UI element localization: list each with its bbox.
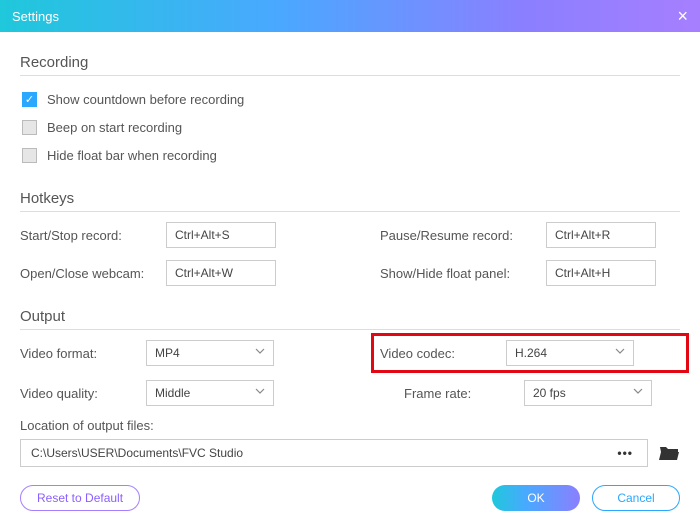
video-codec-select[interactable]: H.264: [506, 340, 634, 366]
hotkey-startstop-field: Start/Stop record: Ctrl+Alt+S: [20, 222, 320, 248]
video-quality-select[interactable]: Middle: [146, 380, 274, 406]
check-icon: [25, 93, 34, 106]
close-icon[interactable]: ×: [677, 7, 688, 25]
frame-rate-label: Frame rate:: [380, 386, 508, 401]
folder-open-icon[interactable]: [658, 444, 680, 462]
output-location-label: Location of output files:: [20, 418, 680, 433]
ok-button[interactable]: OK: [492, 485, 580, 511]
section-output-heading: Output: [20, 308, 680, 330]
cancel-button[interactable]: Cancel: [592, 485, 680, 511]
checkbox-beep-row[interactable]: Beep on start recording: [22, 114, 680, 140]
output-location-input[interactable]: C:\Users\USER\Documents\FVC Studio •••: [20, 439, 648, 467]
video-quality-field: Video quality: Middle: [20, 380, 320, 406]
content: Recording Show countdown before recordin…: [0, 32, 700, 467]
frame-rate-field: Frame rate: 20 fps: [380, 380, 680, 406]
checkbox-show-countdown[interactable]: [22, 92, 37, 107]
video-format-field: Video format: MP4: [20, 340, 320, 366]
hotkey-pauseresume-label: Pause/Resume record:: [380, 228, 530, 243]
hotkey-floatpanel-input[interactable]: Ctrl+Alt+H: [546, 260, 656, 286]
hotkey-webcam-label: Open/Close webcam:: [20, 266, 150, 281]
chevron-down-icon: [615, 348, 625, 358]
hotkey-webcam-input[interactable]: Ctrl+Alt+W: [166, 260, 276, 286]
frame-rate-select[interactable]: 20 fps: [524, 380, 652, 406]
more-icon[interactable]: •••: [613, 446, 637, 460]
chevron-down-icon: [633, 388, 643, 398]
section-hotkeys-heading: Hotkeys: [20, 190, 680, 212]
footer: Reset to Default OK Cancel: [0, 467, 700, 525]
reset-to-default-button[interactable]: Reset to Default: [20, 485, 140, 511]
hotkey-pauseresume-field: Pause/Resume record: Ctrl+Alt+R: [380, 222, 680, 248]
checkbox-beep-label: Beep on start recording: [47, 120, 182, 135]
titlebar: Settings ×: [0, 0, 700, 32]
hotkey-startstop-input[interactable]: Ctrl+Alt+S: [166, 222, 276, 248]
hotkey-floatpanel-field: Show/Hide float panel: Ctrl+Alt+H: [380, 260, 680, 286]
video-quality-label: Video quality:: [20, 386, 130, 401]
video-format-label: Video format:: [20, 346, 130, 361]
chevron-down-icon: [255, 348, 265, 358]
hotkey-startstop-label: Start/Stop record:: [20, 228, 150, 243]
checkbox-hide-floatbar-label: Hide float bar when recording: [47, 148, 217, 163]
checkbox-show-countdown-label: Show countdown before recording: [47, 92, 244, 107]
chevron-down-icon: [255, 388, 265, 398]
checkbox-show-countdown-row[interactable]: Show countdown before recording: [22, 86, 680, 112]
hotkey-webcam-field: Open/Close webcam: Ctrl+Alt+W: [20, 260, 320, 286]
video-codec-highlight: Video codec: H.264: [380, 340, 680, 366]
checkbox-hide-floatbar[interactable]: [22, 148, 37, 163]
video-codec-label: Video codec:: [380, 346, 490, 361]
hotkey-pauseresume-input[interactable]: Ctrl+Alt+R: [546, 222, 656, 248]
window-title: Settings: [12, 9, 59, 24]
checkbox-beep[interactable]: [22, 120, 37, 135]
section-recording-heading: Recording: [20, 54, 680, 76]
video-format-select[interactable]: MP4: [146, 340, 274, 366]
hotkey-floatpanel-label: Show/Hide float panel:: [380, 266, 530, 281]
checkbox-hide-floatbar-row[interactable]: Hide float bar when recording: [22, 142, 680, 168]
